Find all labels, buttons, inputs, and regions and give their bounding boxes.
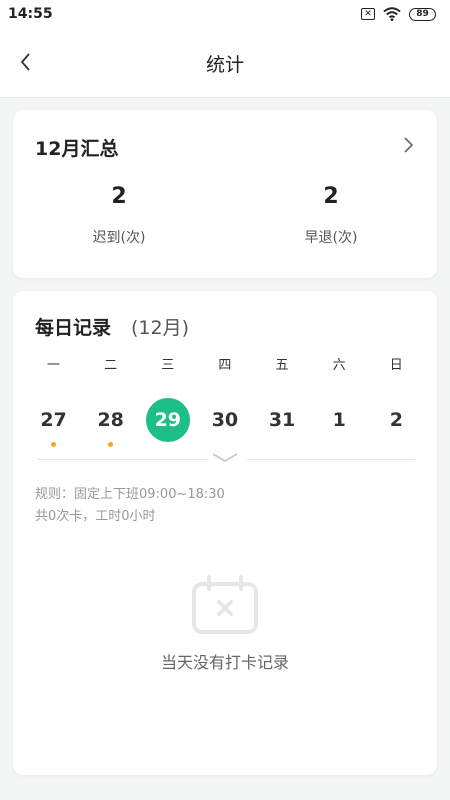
rule-info: 规则：固定上下班09:00~18:30 共0次卡，工时0小时 [35,484,225,528]
sim-x-icon: ✕ [361,8,375,20]
date-number[interactable]: 27 [32,398,76,442]
week-dates: 27 28 29 30 31 1 2 [25,398,425,447]
empty-state-text: 当天没有打卡记录 [160,653,289,672]
daily-title: 每日记录 [35,317,112,339]
weekday-wed: 三 [161,358,175,373]
daily-record-card: 每日记录 (12月) 一 二 三 四 五 六 日 27 28 29 30 31 [13,291,437,775]
attendance-marker-dot [51,442,57,447]
punch-summary-text: 共0次卡，工时0小时 [35,509,156,524]
early-leave-label: 早退(次) [304,230,358,246]
divider [37,459,208,460]
attendance-marker-dot [222,442,227,447]
early-leave-value: 2 [323,184,339,209]
empty-calendar-icon [192,575,258,634]
battery-indicator: 89 [409,7,436,21]
weekday-fri: 五 [275,358,289,373]
date-cell[interactable]: 28 [82,398,139,447]
weekday-sat: 六 [332,358,346,373]
page-title: 统计 [205,54,244,76]
early-leave-stat[interactable]: 2 早退(次) [251,184,411,247]
weekday-tue: 二 [104,358,118,373]
late-count-stat[interactable]: 2 迟到(次) [39,184,199,247]
weekday-header: 一 二 三 四 五 六 日 [25,354,425,373]
date-number[interactable]: 1 [317,398,361,442]
date-cell[interactable]: 1 [311,398,368,447]
divider [247,459,415,460]
rule-text: 规则：固定上下班09:00~18:30 [35,487,225,502]
monthly-summary-card[interactable]: 12月汇总 2 迟到(次) 2 早退(次) [13,110,437,278]
status-bar: 14:55 ✕ 89 [0,0,450,28]
app-header: 统计 [0,28,450,98]
attendance-marker-dot [108,442,114,447]
date-cell[interactable]: 27 [25,398,82,447]
date-number[interactable]: 30 [203,398,247,442]
weekday-sun: 日 [389,358,403,373]
date-number[interactable]: 31 [260,398,304,442]
weekday-thu: 四 [218,358,232,373]
attendance-marker-dot [337,442,342,447]
late-count-label: 迟到(次) [92,230,146,246]
wifi-icon [383,7,401,21]
attendance-marker-dot [394,442,399,447]
date-number[interactable]: 2 [374,398,418,442]
status-icons: ✕ 89 [361,7,436,21]
date-number[interactable]: 28 [89,398,133,442]
weekday-mon: 一 [47,358,61,373]
status-time: 14:55 [8,6,53,22]
attendance-marker-dot [165,442,170,447]
date-cell[interactable]: 29 [139,398,196,447]
date-cell[interactable]: 2 [368,398,425,447]
chevron-down-icon[interactable] [210,449,240,467]
summary-title: 12月汇总 [35,138,119,160]
daily-month: (12月) [131,317,190,339]
date-cell[interactable]: 31 [254,398,311,447]
late-count-value: 2 [111,184,127,209]
date-number-selected[interactable]: 29 [145,398,190,442]
date-cell[interactable]: 30 [196,398,253,447]
attendance-marker-dot [280,442,285,447]
chevron-right-icon[interactable] [401,135,417,155]
